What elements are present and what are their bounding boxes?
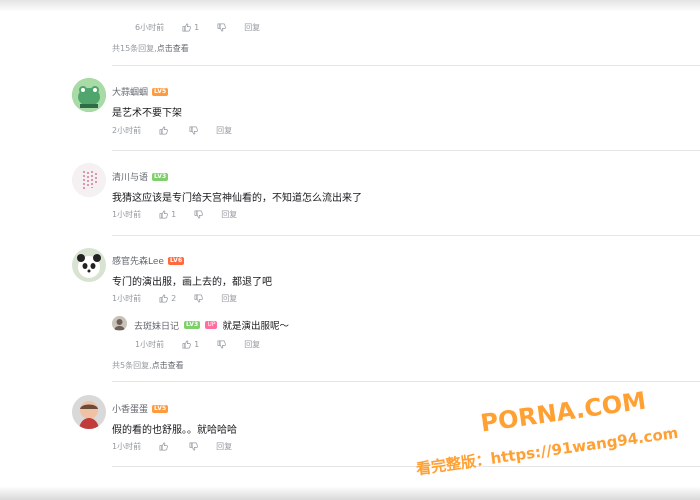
like-count: 2 (171, 294, 177, 303)
level-badge: LV5 (152, 87, 169, 96)
reply-count-text: 共5条回复, (112, 361, 152, 370)
comment-header: 大蒜蝈蝈 LV5 (112, 85, 169, 98)
view-more-replies: 共5条回复,点击查看 (112, 360, 184, 371)
comment-time: 1小时前 (135, 340, 165, 349)
username[interactable]: 小香蛋蛋 (112, 402, 148, 415)
divider (112, 65, 700, 66)
comment-page: 6小时前 1 回复 共15条回复,点击查看 大蒜蝈蝈 LV5 是艺术不要下架 2… (0, 0, 700, 500)
thumb-down-icon (189, 442, 198, 451)
username[interactable]: 清川与语 (112, 170, 148, 183)
comment-text: 假的看的也舒服。。就哈哈哈 (112, 425, 237, 436)
sub-reply-meta: 1小时前 1 回复 (135, 339, 260, 350)
divider (112, 466, 700, 467)
bottom-edge-shadow (0, 486, 700, 500)
calligraphy-avatar-icon (72, 163, 106, 197)
reply-button[interactable]: 回复 (216, 125, 232, 136)
like-count: 1 (171, 210, 177, 219)
like-button[interactable]: 1 (159, 210, 176, 219)
panda-avatar-icon (72, 248, 106, 282)
divider (112, 235, 700, 236)
avatar[interactable] (72, 248, 106, 282)
thumb-up-icon (159, 442, 168, 451)
like-button[interactable]: 2 (159, 294, 176, 303)
comment-header: 感官先森Lee LV6 (112, 254, 185, 267)
thumb-down-icon (217, 23, 227, 32)
divider (112, 381, 700, 382)
sub-reply-avatar[interactable] (112, 316, 127, 331)
thumb-up-icon (159, 126, 168, 135)
dislike-button[interactable] (217, 23, 227, 32)
reply-button[interactable]: 回复 (244, 22, 260, 33)
dislike-button[interactable] (217, 340, 227, 349)
comment-meta: 2小时前 回复 (112, 125, 232, 136)
thumb-down-icon (194, 210, 204, 219)
comment-meta: 1小时前 1 回复 (112, 209, 237, 220)
reply-button[interactable]: 回复 (221, 209, 237, 220)
thumb-down-icon (217, 340, 227, 349)
view-more-replies: 共15条回复,点击查看 (112, 43, 189, 54)
thumb-up-icon (159, 294, 168, 303)
reply-button[interactable]: 回复 (244, 339, 260, 350)
dislike-button[interactable] (189, 126, 198, 135)
child-avatar-icon (72, 395, 106, 429)
comment-time: 1小时前 (112, 210, 142, 219)
thumb-up-icon (182, 340, 191, 349)
user-avatar-icon (112, 316, 127, 331)
level-badge: LV5 (152, 404, 169, 413)
comment-text: 我猜这应该是专门给天宫神仙看的，不知道怎么流出来了 (112, 193, 362, 204)
like-count: 1 (194, 23, 200, 32)
comment-meta: 1小时前 回复 (112, 441, 232, 452)
level-badge: LV3 (152, 172, 169, 181)
reply-button[interactable]: 回复 (216, 441, 232, 452)
dislike-button[interactable] (194, 294, 204, 303)
sub-reply-line: 去斑妹日记 LV3 UP 就是演出服呢～ (134, 318, 289, 332)
level-badge: LV3 (184, 321, 201, 329)
sub-reply-text: 就是演出服呢～ (222, 321, 289, 332)
thumb-up-icon (182, 23, 191, 32)
avatar[interactable] (72, 78, 106, 112)
thumb-down-icon (189, 126, 198, 135)
like-button[interactable] (159, 442, 171, 451)
like-count: 1 (194, 340, 200, 349)
like-button[interactable] (159, 126, 171, 135)
view-replies-link[interactable]: 点击查看 (157, 44, 189, 53)
comment-time: 1小时前 (112, 442, 142, 451)
comment-time: 2小时前 (112, 126, 142, 135)
dislike-button[interactable] (189, 442, 198, 451)
up-badge: UP (205, 321, 218, 329)
reply-button[interactable]: 回复 (221, 293, 237, 304)
thumb-up-icon (159, 210, 168, 219)
sub-reply-username[interactable]: 去斑妹日记 (134, 319, 179, 332)
level-badge: LV6 (167, 256, 185, 265)
watermark-url: 看完整版：https://91wang94.com (415, 423, 680, 479)
comment-header: 小香蛋蛋 LV5 (112, 402, 169, 415)
divider (112, 150, 700, 151)
comment-text: 专门的演出服，画上去的，都退了吧 (112, 277, 272, 288)
avatar[interactable] (72, 395, 106, 429)
frog-avatar-icon (72, 78, 106, 112)
like-button[interactable]: 1 (182, 23, 199, 32)
username[interactable]: 感官先森Lee (112, 254, 164, 267)
comment-meta: 1小时前 2 回复 (112, 293, 237, 304)
thumb-down-icon (194, 294, 204, 303)
comment-time: 1小时前 (112, 294, 142, 303)
like-button[interactable]: 1 (182, 340, 199, 349)
reply-time: 6小时前 (135, 23, 165, 32)
view-replies-link[interactable]: 点击查看 (152, 361, 184, 370)
comment-text: 是艺术不要下架 (112, 108, 182, 119)
reply-count-text: 共15条回复, (112, 44, 157, 53)
dislike-button[interactable] (194, 210, 204, 219)
comment-header: 清川与语 LV3 (112, 170, 169, 183)
username[interactable]: 大蒜蝈蝈 (112, 85, 148, 98)
avatar[interactable] (72, 163, 106, 197)
top-edge-shadow (0, 0, 700, 12)
partial-reply-meta: 6小时前 1 回复 (135, 22, 260, 33)
